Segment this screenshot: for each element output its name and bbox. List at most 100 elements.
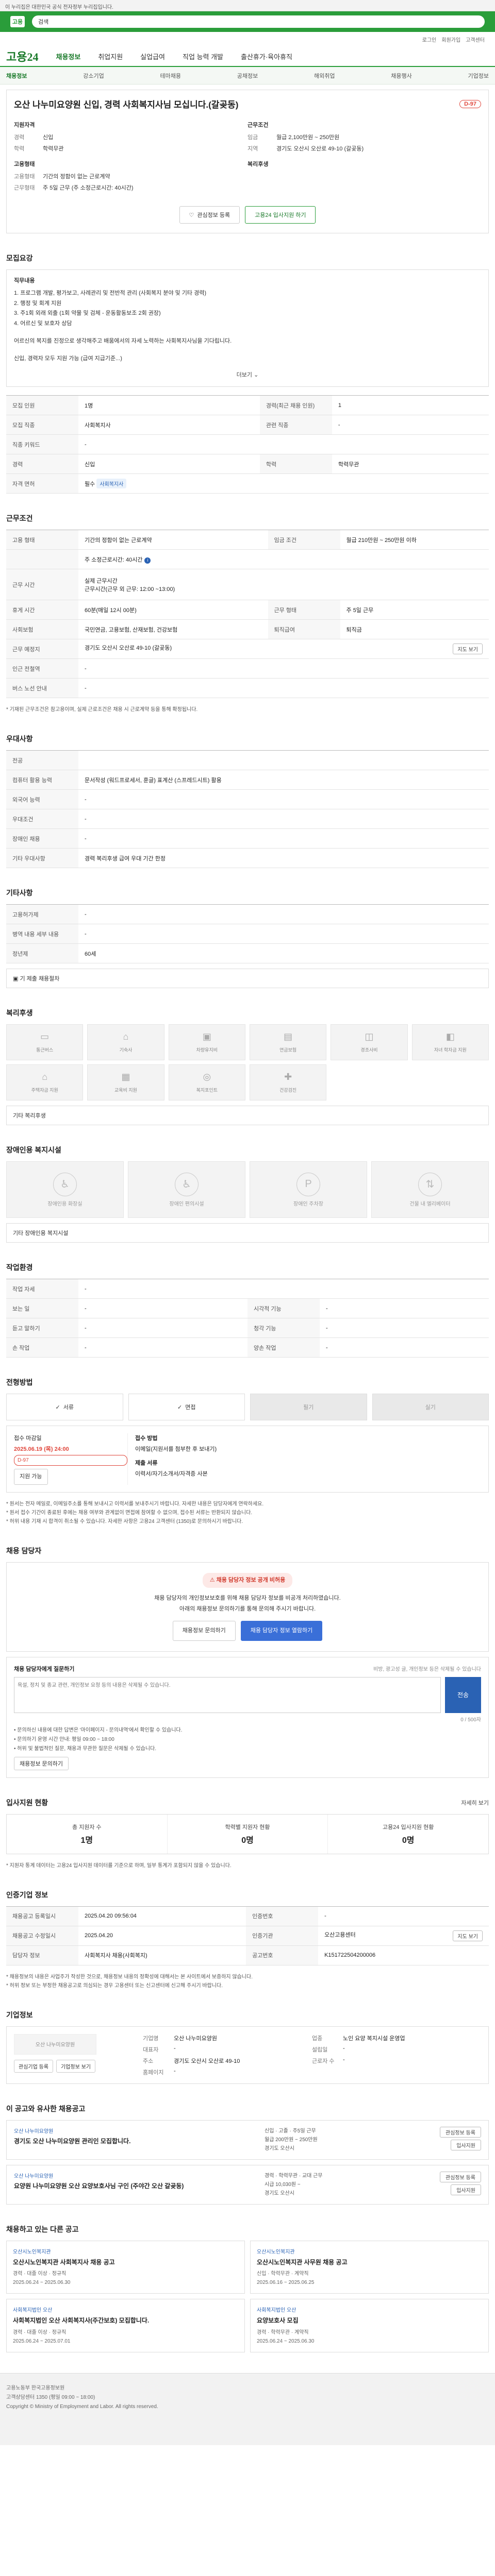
other-job-card[interactable]: 오산시노인복지관 오산시노인복지관 사회복지사 채용 공고 경력 · 대졸 이상 ·… [6,2240,245,2294]
status-label: 고용24 입사지원 현황 [383,1824,434,1831]
note-line: * 허위 내용 기재 시 합격이 취소될 수 있습니다. 자세한 사항은 고용2… [6,1519,243,1525]
status-value: 0명 [402,1836,415,1845]
company-scrap-button[interactable]: 관심기업 등록 [14,2059,53,2073]
company-value: - [343,2045,345,2052]
contact-line: 채용 담당자의 개인정보보호를 위해 채용 담당자 정보를 비공개 처리하였습니… [154,1595,341,1601]
other-title[interactable]: 사회복지법인 오산 사회복지사(주간보호) 모집합니다. [13,2316,238,2325]
rec-title[interactable]: 경기도 오산 나누미요양원 관리인 모집합니다. [14,2137,265,2145]
rec-meta: 경력 · 학력무관 · 교대 근무 [265,2173,323,2179]
other-job-card[interactable]: 오산시노인복지관 오산시노인복지관 사무원 채용 공고 신입 · 학력무관 · 계약… [250,2240,489,2294]
company-key: 대표자 [143,2046,159,2053]
rec-scrap-button[interactable]: 관심정보 등록 [440,2171,481,2182]
section-title-preferred: 우대사항 [6,735,33,743]
recommend-item[interactable]: 오산 나누미요양원 요양원 나누미요양원 오산 요양보호사님 구인 (주야간 오산… [6,2164,489,2205]
nav-training[interactable]: 직업 능력 개발 [183,52,223,61]
table-cell: 2025.04.20 09:56:04 [78,1906,246,1926]
status-cell: 학력별 지원자 현황 0명 [168,1814,328,1854]
benefit-item: ▣ 차량유지비 [168,1024,245,1061]
status-note: * 지원자 통계 데이터는 고용24 입사지원 데이터를 기준으로 하며, 일부… [6,1862,232,1869]
brand-logo[interactable]: 고용24 [6,48,38,64]
table-row: 장애인 채용 - [6,828,489,849]
table-row: 담당자 정보 사회복지사 채용(사회복지) 공고번호 K151722504200006 [6,1945,489,1965]
method-item: ✓ 서류 [6,1394,123,1421]
procedure-label: 기 제출 채용절차 [20,976,60,982]
subnav-item[interactable]: 공채정보 [237,72,258,80]
table-cell: - [78,828,489,849]
scrap-button[interactable]: ♡ 관심정보 등록 [179,206,240,224]
benefit-label: 자녀 학자금 지원 [434,1047,467,1053]
other-job-card[interactable]: 사회복지법인 오산 요양보호사 모집 경력 · 학력무관 · 계약직 2025.06… [250,2299,489,2353]
other-title[interactable]: 오산시노인복지관 사무원 채용 공고 [257,2258,482,2267]
footer-line: 고객상담센터 1350 (평일 09:00 ~ 18:00) [6,2395,95,2401]
view-contact-button[interactable]: 채용 담당자 정보 열람하기 [240,1620,323,1641]
footer-line: 고용노동부 한국고용정보원 [6,2385,65,2392]
table-row: 손 작업 - 양손 작업 - [6,1337,489,1358]
table-cell: 학력무관 [332,454,489,474]
methods-value: 이메일(지원서를 첨부한 후 보내기) [135,1446,217,1453]
privacy-badge-label: 채용 담당자 정보 공개 비허용 [216,1577,286,1584]
other-title[interactable]: 요양보호사 모집 [257,2316,482,2325]
table-cell: 사회복지사 채용(사회복지) [78,1945,246,1965]
env-table: 작업 자세 - 보는 일 - 시각적 기능 - 듣고 말하기 - 청각 기능 - 손 작업 - 양… [6,1279,489,1358]
nav-benefits[interactable]: 실업급여 [140,52,165,61]
apply-notes: * 원서는 전자 메일로, 이메일주소를 통해 보내시고 이력서를 보내주시기 … [6,1500,489,1526]
rec-apply-button[interactable]: 입사지원 [451,2139,481,2150]
benefit-item: ⌂ 주택자금 지원 [6,1064,84,1101]
benefit-item: ▦ 교육비 지원 [87,1064,164,1101]
company-value: 노인 요양 복지시설 운영업 [343,2035,405,2042]
benefit-item: ✚ 건강검진 [249,1064,327,1101]
util-help[interactable]: 고객센터 [466,36,485,43]
other-title[interactable]: 오산시노인복지관 사회복지사 채용 공고 [13,2258,238,2267]
nav-leave[interactable]: 출산휴가·육아휴직 [241,52,292,61]
subnav-item[interactable]: 기업정보 [468,72,489,80]
benefits-extra: 기타 복리후생 [6,1106,489,1126]
table-header: 인증번호 [246,1906,319,1926]
map-button[interactable]: 지도 보기 [453,1930,483,1941]
school-icon: ◧ [446,1031,455,1042]
ask-submit-button[interactable]: 전송 [445,1676,481,1713]
table-header: 근무 시간 [6,569,78,601]
table-row: 외국어 능력 - [6,789,489,810]
status-more-link[interactable]: 자세히 보기 [461,1799,489,1807]
table-cell: 사회복지사 [78,415,260,435]
rec-apply-button[interactable]: 입사지원 [451,2184,481,2195]
rec-title[interactable]: 요양원 나누미요양원 오산 요양보호사님 구인 (주야간 오산 갈곶동) [14,2181,265,2190]
nav-jobs[interactable]: 채용정보 [56,52,80,61]
global-search-input[interactable]: 검색 [32,15,485,28]
map-button[interactable]: 지도 보기 [453,643,483,655]
recommend-item[interactable]: 오산 나누미요양원 경기도 오산 나누미요양원 관리인 모집합니다. 신입 · 고… [6,2120,489,2160]
subnav-item[interactable]: 해외취업 [314,72,335,80]
summary-label: 고용형태 [14,161,35,167]
subnav-item[interactable]: 테마채용 [160,72,181,80]
table-row: 사회보험 국민연금, 고용보험, 산재보험, 건강보험 퇴직급여 퇴직금 [6,619,489,640]
apply-status-button[interactable]: 지원 가능 [14,1469,48,1485]
subnav-item[interactable]: 채용행사 [391,72,411,80]
gift-icon: ◫ [365,1031,374,1042]
status-label: 학력별 지원자 현황 [225,1824,270,1831]
info-icon[interactable]: i [144,557,151,564]
ask-title: 채용 담당자에게 질문하기 [14,1666,75,1672]
nav-support[interactable]: 취업지원 [98,52,123,61]
subnav-item[interactable]: 강소기업 [83,72,104,80]
table-cell: K151722504200006 [318,1945,489,1965]
ask-textarea[interactable] [14,1676,441,1713]
other-job-card[interactable]: 사회복지법인 오산 사회복지법인 오산 사회복지사(주간보호) 모집합니다. 경력 … [6,2299,245,2353]
summary-key: 경력 [14,134,25,141]
util-signup[interactable]: 회원가입 [441,36,460,43]
others-grid: 오산시노인복지관 오산시노인복지관 사회복지사 채용 공고 경력 · 대졸 이상 ·… [6,2240,489,2353]
company-info-button[interactable]: 기업정보 보기 [56,2059,95,2073]
page: 이 누리집은 대한민국 공식 전자정부 누리집입니다. 고용 검색 로그인 회원… [0,0,495,2446]
ask-more-button[interactable]: 채용정보 문의하기 [14,1756,69,1770]
rec-scrap-button[interactable]: 관심정보 등록 [440,2126,481,2138]
summary-key: 임금 [248,134,258,141]
preferred-table: 전공 컴퓨터 활용 능력 문서작성 (워드프로세서, 훈글) 표계산 (스프레드시… [6,750,489,869]
company-value: 경기도 오산시 오산로 49-10 [174,2058,240,2064]
inquiry-button[interactable]: 채용정보 문의하기 [172,1620,236,1641]
table-header: 사회보험 [6,619,78,640]
more-button[interactable]: 더보기 ⌄ [14,370,481,381]
subnav-item[interactable]: 채용정보 [6,72,27,80]
apply-button[interactable]: 고용24 입사지원 하기 [245,206,316,224]
benefit-item: ◫ 경조사비 [331,1024,408,1061]
table-header: 자격 면허 [6,473,78,494]
util-login[interactable]: 로그인 [422,36,437,43]
